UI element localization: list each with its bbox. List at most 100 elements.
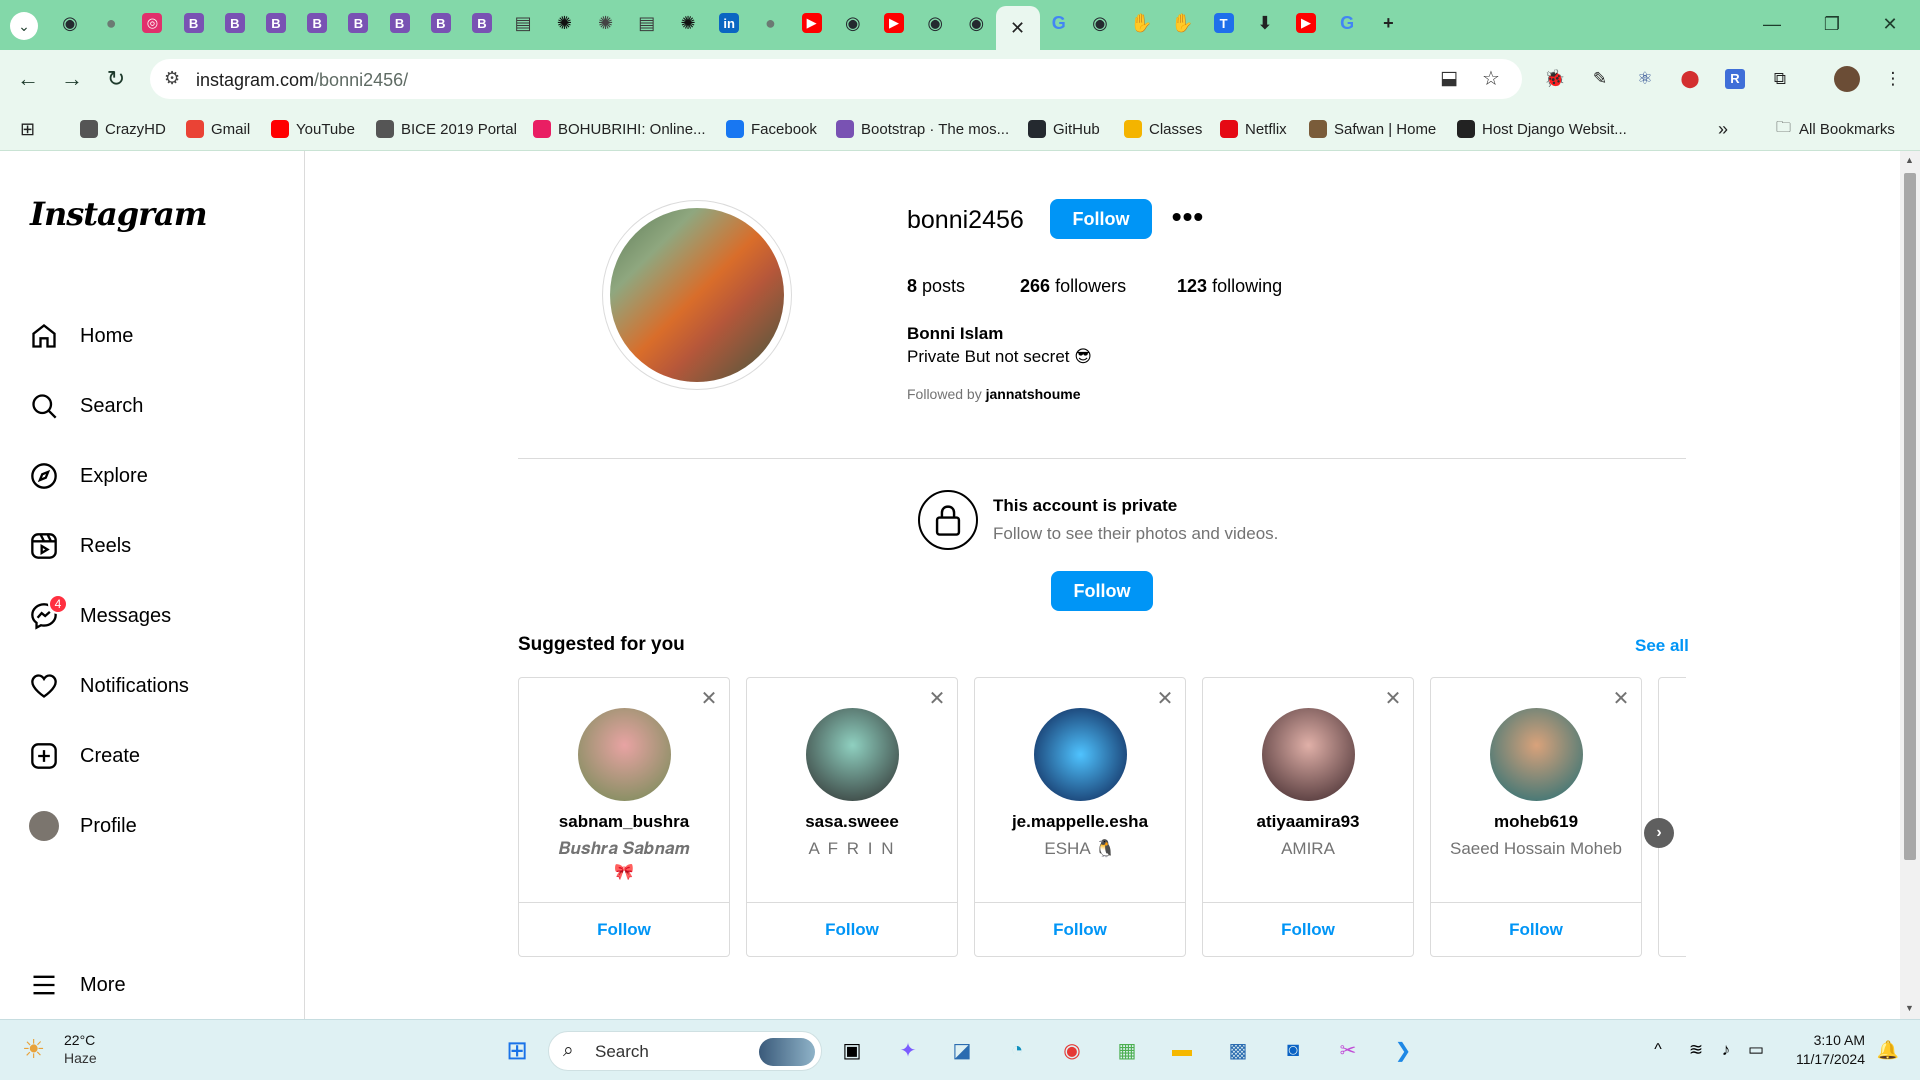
browser-tab[interactable]: B <box>344 9 372 37</box>
chrome-icon[interactable]: ◉ <box>1054 1032 1090 1068</box>
following-stat[interactable]: 123 following <box>1177 276 1282 297</box>
private-follow-button[interactable]: Follow <box>1051 571 1153 611</box>
browser-tab[interactable]: ▶ <box>880 9 908 37</box>
tray-chevron-icon[interactable]: ^ <box>1640 1032 1676 1068</box>
snipping-tool-icon[interactable]: ✂ <box>1330 1032 1366 1068</box>
bookmark-item[interactable]: Gmail <box>186 117 250 141</box>
browser-tab[interactable]: ✺ <box>674 9 702 37</box>
browser-tab[interactable]: ◉ <box>839 9 867 37</box>
all-bookmarks-button[interactable]: 🗀 All Bookmarks <box>1776 117 1895 141</box>
task-view-icon[interactable]: ▣ <box>834 1032 870 1068</box>
install-app-icon[interactable]: ⬓ <box>1440 67 1458 90</box>
more-bookmarks-icon[interactable]: » <box>1718 117 1728 141</box>
suggestion-avatar[interactable] <box>806 708 899 801</box>
close-window-button[interactable]: ✕ <box>1868 10 1912 38</box>
extensions-puzzle-icon[interactable]: ⧉ <box>1765 64 1795 94</box>
system-clock[interactable]: 3:10 AM 11/17/2024 <box>1775 1031 1865 1069</box>
notification-bell-icon[interactable]: 🔔 <box>1870 1032 1906 1068</box>
browser-tab[interactable]: B <box>262 9 290 37</box>
dismiss-icon[interactable]: ✕ <box>697 686 721 710</box>
browser-tab[interactable]: G <box>1045 9 1073 37</box>
suggestion-username[interactable]: je.mappelle.esha <box>975 812 1185 832</box>
browser-tab[interactable]: ◉ <box>921 9 949 37</box>
eyedropper-icon[interactable]: ✎ <box>1585 64 1615 94</box>
sidebar-item-home[interactable]: Home <box>28 312 288 360</box>
browser-tab[interactable]: ▶ <box>1292 9 1320 37</box>
follow-button[interactable]: Follow <box>1050 199 1152 239</box>
edge-icon[interactable]: ◔ <box>999 1032 1035 1068</box>
browser-tab[interactable]: ◉ <box>1086 9 1114 37</box>
sidebar-item-notifications[interactable]: Notifications <box>28 662 288 710</box>
file-explorer-icon[interactable]: ▬ <box>1164 1032 1200 1068</box>
browser-tab[interactable]: B <box>221 9 249 37</box>
apps-grid-icon[interactable]: ⊞ <box>20 117 35 141</box>
bookmark-item[interactable]: Facebook <box>726 117 817 141</box>
suggestion-username[interactable]: sasa.sweee <box>747 812 957 832</box>
sidebar-item-profile[interactable]: Profile <box>28 802 288 850</box>
instagram-logo[interactable]: Instagram <box>30 195 208 233</box>
react-devtools-icon[interactable]: ⚛ <box>1630 64 1660 94</box>
bookmark-item[interactable]: YouTube <box>271 117 355 141</box>
browser-tab[interactable]: in <box>715 9 743 37</box>
page-scrollbar[interactable]: ▲ ▼ <box>1900 151 1920 1019</box>
outlook-icon[interactable]: ◙ <box>1275 1032 1311 1068</box>
browser-tab[interactable]: ✋ <box>1127 9 1155 37</box>
more-options-icon[interactable]: ••• <box>1166 197 1210 237</box>
dismiss-icon[interactable]: ✕ <box>1609 686 1633 710</box>
bookmark-star-icon[interactable]: ☆ <box>1482 66 1500 91</box>
profile-avatar[interactable] <box>1832 64 1862 94</box>
restore-button[interactable]: ❐ <box>1810 10 1854 38</box>
suggestion-follow-button[interactable]: Follow <box>975 902 1185 956</box>
bookmark-item[interactable]: BICE 2019 Portal <box>376 117 517 141</box>
sidebar-item-search[interactable]: Search <box>28 382 288 430</box>
weather-widget[interactable]: ☀ 22°C Haze <box>18 1030 108 1070</box>
battery-icon[interactable]: ▭ <box>1738 1032 1774 1068</box>
sidebar-item-create[interactable]: Create <box>28 732 288 780</box>
bookmark-item[interactable]: Host Django Websit... <box>1457 117 1627 141</box>
extension-bug-icon[interactable]: 🐞 <box>1540 64 1570 94</box>
suggestion-follow-button[interactable]: Follow <box>519 902 729 956</box>
browser-tab[interactable]: B <box>468 9 496 37</box>
bookmark-item[interactable]: CrazyHD <box>80 117 166 141</box>
scroll-down-icon[interactable]: ▼ <box>1905 1003 1914 1013</box>
followers-stat[interactable]: 266 followers <box>1020 276 1126 297</box>
browser-tab[interactable]: ◎ <box>138 9 166 37</box>
dismiss-icon[interactable]: ✕ <box>1381 686 1405 710</box>
browser-tab[interactable]: ◉ <box>56 9 84 37</box>
minimize-button[interactable]: — <box>1750 10 1794 38</box>
browser-tab[interactable]: T <box>1210 9 1238 37</box>
browser-tab[interactable]: B <box>180 9 208 37</box>
tab-search-button[interactable]: ⌄ <box>10 12 38 40</box>
bookmark-item[interactable]: BOHUBRIHI: Online... <box>533 117 706 141</box>
reload-button[interactable]: ↻ <box>101 64 131 94</box>
copilot-icon[interactable]: ✦ <box>890 1032 926 1068</box>
browser-tab[interactable]: ✺ <box>550 9 578 37</box>
bookmark-item[interactable]: Safwan | Home <box>1309 117 1436 141</box>
dismiss-icon[interactable]: ✕ <box>1153 686 1177 710</box>
browser-tab[interactable]: ▶ <box>798 9 826 37</box>
sidebar-item-reels[interactable]: Reels <box>28 522 288 570</box>
suggestion-avatar[interactable] <box>1490 708 1583 801</box>
browser-tab[interactable]: B <box>386 9 414 37</box>
scroll-up-icon[interactable]: ▲ <box>1905 155 1914 165</box>
address-bar[interactable]: ⚙ instagram.com/bonni2456/ ⬓ ☆ <box>150 59 1522 99</box>
suggestion-username[interactable]: sabnam_bushra <box>519 812 729 832</box>
browser-tab[interactable]: ⬇ <box>1251 9 1279 37</box>
browser-tab[interactable]: ● <box>97 9 125 37</box>
suggestion-avatar[interactable] <box>578 708 671 801</box>
carousel-next-button[interactable]: › <box>1644 818 1674 848</box>
followed-by-user[interactable]: jannatshoume <box>986 386 1081 402</box>
browser-tab[interactable]: G <box>1333 9 1361 37</box>
see-all-link[interactable]: See all <box>1635 636 1689 656</box>
bookmark-item[interactable]: Bootstrap · The mos... <box>836 117 1009 141</box>
browser-tab[interactable]: ▤ <box>633 9 661 37</box>
dismiss-icon[interactable]: ✕ <box>925 686 949 710</box>
suggestion-follow-button[interactable]: Follow <box>747 902 957 956</box>
suggestion-username[interactable]: atiyaamira93 <box>1203 812 1413 832</box>
teams-icon[interactable]: ◪ <box>944 1032 980 1068</box>
suggestion-avatar[interactable] <box>1262 708 1355 801</box>
browser-tab[interactable]: + <box>1374 9 1402 37</box>
r-extension-icon[interactable]: R <box>1720 64 1750 94</box>
sidebar-item-messages[interactable]: 4 Messages <box>28 592 288 640</box>
menu-kebab-icon[interactable]: ⋮ <box>1878 64 1908 94</box>
